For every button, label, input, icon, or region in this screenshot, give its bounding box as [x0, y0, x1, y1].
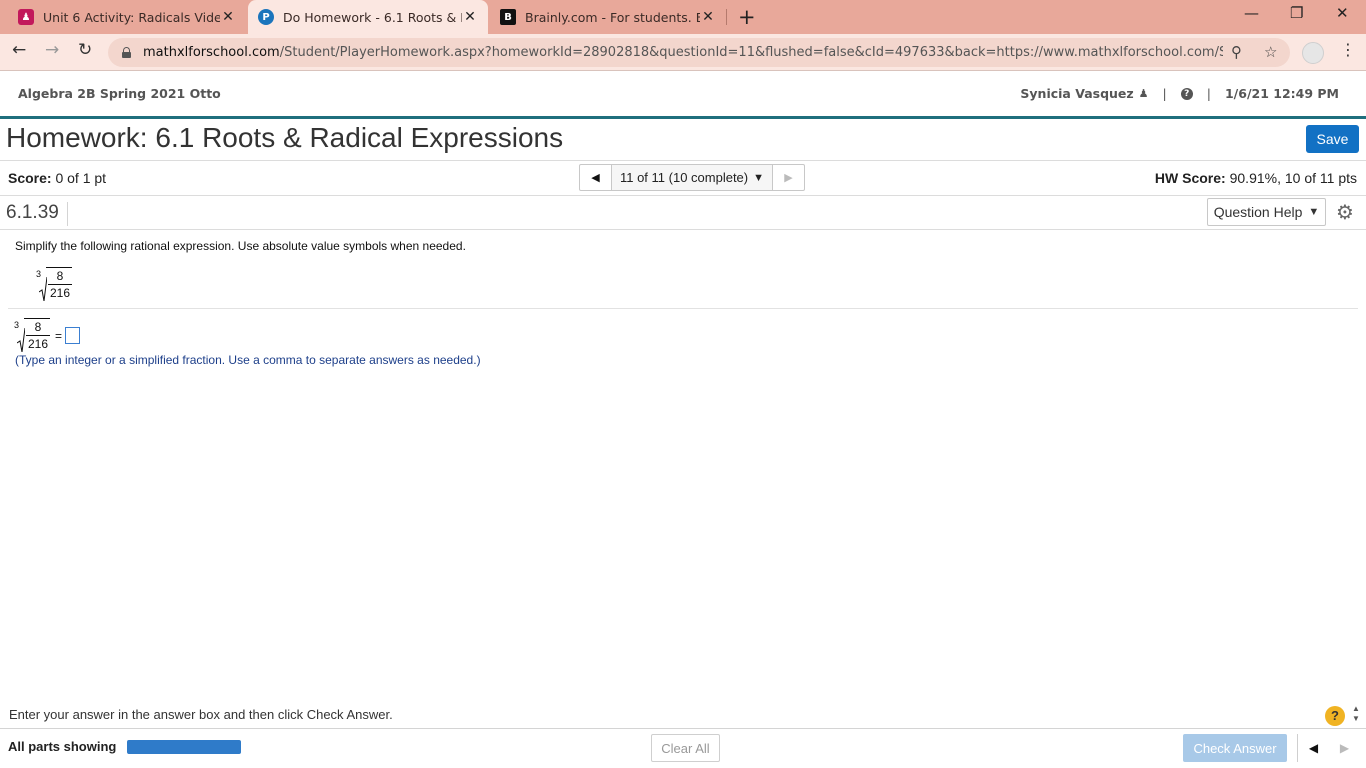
numerator: 8 [34, 320, 42, 334]
answer-hint: (Type an integer or a simplified fractio… [15, 353, 481, 367]
window-close-icon[interactable]: ✕ [1336, 4, 1349, 22]
question-navigator: ◀ 11 of 11 (10 complete) ▼ ▶ [579, 164, 805, 191]
denominator: 216 [49, 286, 71, 300]
restore-icon[interactable]: ❐ [1290, 4, 1303, 22]
browser-tab-strip: ♟ Unit 6 Activity: Radicals Video ✕ P Do… [0, 0, 1366, 34]
url-path: /Student/PlayerHomework.aspx?homeworkId=… [279, 45, 1223, 60]
address-bar[interactable]: mathxlforschool.com/Student/PlayerHomewo… [108, 38, 1290, 67]
tab-radicals-video[interactable]: ♟ Unit 6 Activity: Radicals Video ✕ [10, 0, 244, 34]
clear-all-button[interactable]: Clear All [651, 734, 720, 762]
bookmark-star-icon[interactable]: ☆ [1264, 43, 1277, 61]
previous-question-icon[interactable]: ◀ [1298, 734, 1329, 762]
datetime: 1/6/21 12:49 PM [1224, 86, 1339, 101]
question-help-button[interactable]: Question Help ▼ [1207, 198, 1326, 226]
caret-down-icon: ▼ [1308, 206, 1320, 218]
radical-bar [46, 267, 72, 268]
new-tab-icon[interactable]: + [738, 5, 756, 29]
back-arrow-icon[interactable]: ← [12, 40, 26, 60]
user-info: Synicia Vasquez ♟ | ? | 1/6/21 12:49 PM [1020, 86, 1339, 101]
caret-down-icon: ▼ [753, 171, 765, 184]
next-question-icon[interactable]: ▶ [773, 165, 804, 190]
close-icon[interactable]: ✕ [462, 9, 478, 25]
footer-question-nav: ◀ ▶ [1297, 734, 1360, 762]
page-title: Homework: 6.1 Roots & Radical Expression… [6, 122, 564, 153]
previous-question-icon[interactable]: ◀ [580, 165, 611, 190]
url-text[interactable]: mathxlforschool.com/Student/PlayerHomewo… [143, 45, 1223, 60]
reload-icon[interactable]: ↻ [78, 40, 92, 60]
close-icon[interactable]: ✕ [220, 9, 236, 25]
gear-icon[interactable]: ⚙ [1336, 200, 1354, 224]
score-label: Score: [8, 170, 52, 186]
divider: | [1162, 86, 1167, 101]
all-parts-label: All parts showing [8, 739, 117, 754]
browser-toolbar: ← → ↻ mathxlforschool.com/Student/Player… [0, 34, 1366, 71]
score-value: 0 of 1 pt [55, 170, 107, 186]
instruction-text: Simplify the following rational expressi… [15, 239, 466, 253]
tab-title: Brainly.com - For students. By stu [525, 9, 700, 25]
help-icon[interactable]: ? [1325, 706, 1345, 726]
progress-fill [127, 740, 241, 754]
help-icon[interactable]: ? [1180, 87, 1193, 100]
minimize-icon[interactable]: — [1244, 4, 1259, 22]
scroll-arrows[interactable]: ▲ ▼ [1352, 704, 1360, 724]
profile-avatar[interactable] [1302, 42, 1324, 64]
hw-score-label: HW Score: [1154, 170, 1226, 186]
question-id: 6.1.39 [6, 202, 68, 226]
divider [0, 160, 1366, 161]
divider [0, 229, 1366, 230]
menu-icon[interactable]: ⋮ [1340, 40, 1356, 59]
close-icon[interactable]: ✕ [700, 9, 716, 25]
next-question-icon[interactable]: ▶ [1329, 734, 1360, 762]
question-select[interactable]: 11 of 11 (10 complete) ▼ [611, 165, 773, 190]
divider [8, 308, 1358, 309]
user-icon: ♟ [1138, 87, 1149, 100]
hw-score: HW Score: 90.91%, 10 of 11 pts [1155, 170, 1357, 186]
radical-bar [24, 318, 50, 319]
radical-sign-icon [17, 328, 25, 352]
answer-input[interactable] [65, 327, 80, 344]
user-name[interactable]: Synicia Vasquez [1020, 86, 1133, 101]
check-answer-button[interactable]: Check Answer [1183, 734, 1287, 762]
tab-separator [726, 9, 727, 25]
denominator: 216 [27, 337, 49, 351]
forward-arrow-icon[interactable]: → [45, 40, 59, 60]
fraction-bar [26, 335, 50, 336]
footer-bar: All parts showing Clear All Check Answer… [0, 728, 1366, 768]
divider [0, 195, 1366, 196]
footer-message: Enter your answer in the answer box and … [9, 707, 393, 722]
save-button[interactable]: Save [1306, 125, 1359, 153]
score: Score: 0 of 1 pt [8, 170, 106, 186]
header-rule [0, 116, 1366, 119]
hw-score-value: 90.91%, 10 of 11 pts [1229, 170, 1357, 186]
url-host: mathxlforschool.com [143, 45, 280, 60]
numerator: 8 [56, 269, 64, 283]
course-name[interactable]: Algebra 2B Spring 2021 Otto [18, 86, 221, 101]
radical-sign-icon [39, 277, 47, 301]
fraction: 8 216 [48, 269, 72, 300]
radical-expression-answer: 3 8 216 [14, 318, 54, 352]
radical-expression: 3 8 216 [36, 267, 76, 301]
pearson-icon: P [258, 9, 274, 25]
lock-icon [122, 47, 131, 58]
question-help-label: Question Help [1213, 204, 1303, 220]
tab-brainly[interactable]: B Brainly.com - For students. By stu ✕ [492, 0, 724, 34]
parts-progress-bar [127, 740, 241, 754]
divider: | [1206, 86, 1211, 101]
tab-do-homework[interactable]: P Do Homework - 6.1 Roots & Rad ✕ [248, 0, 488, 34]
tab-title: Unit 6 Activity: Radicals Video [43, 9, 220, 25]
tab-title: Do Homework - 6.1 Roots & Rad [283, 9, 462, 25]
fraction-bar [48, 284, 72, 285]
question-nav-label: 11 of 11 (10 complete) [619, 170, 749, 185]
person-icon: ♟ [18, 9, 34, 25]
course-header: Algebra 2B Spring 2021 Otto Synicia Vasq… [0, 71, 1366, 116]
zoom-icon[interactable]: ⚲ [1231, 43, 1242, 61]
equals-sign: = [55, 329, 63, 343]
fraction: 8 216 [26, 320, 50, 351]
brainly-icon: B [500, 9, 516, 25]
